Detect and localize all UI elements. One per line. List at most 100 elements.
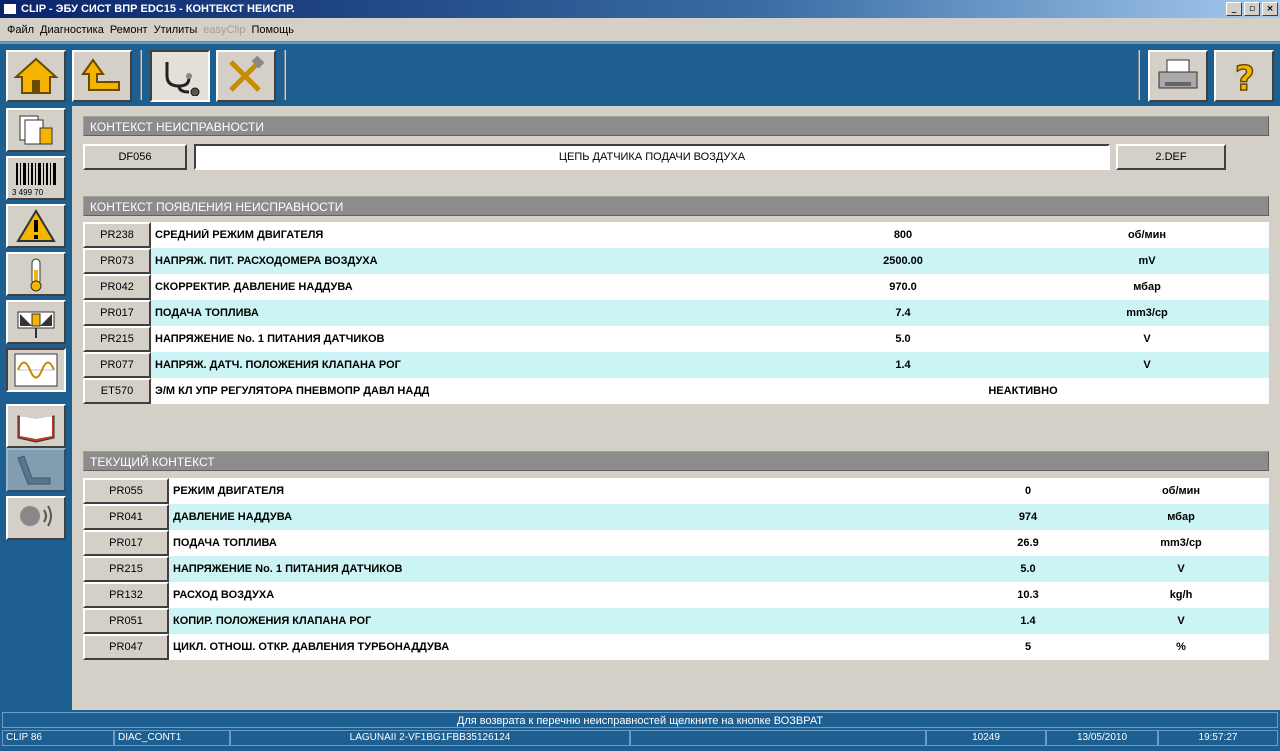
table-row: PR017 ПОДАЧА ТОПЛИВА 26.9 mm3/cp — [83, 530, 1269, 556]
table-row: PR132 РАСХОД ВОЗДУХА 10.3 kg/h — [83, 582, 1269, 608]
status-screen-id: DIAC_CONT1 — [114, 730, 230, 746]
param-label: КОПИР. ПОЛОЖЕНИЯ КЛАПАНА РОГ — [173, 615, 372, 627]
param-label: НАПРЯЖЕНИЕ No. 1 ПИТАНИЯ ДАТЧИКОВ — [173, 563, 403, 575]
status-bar: Для возврата к перечню неисправностей ще… — [0, 710, 1280, 751]
menu-file[interactable]: Файл — [4, 24, 37, 36]
param-label: НАПРЯЖЕНИЕ No. 1 ПИТАНИЯ ДАТЧИКОВ — [155, 333, 385, 345]
param-code-button[interactable]: PR215 — [83, 556, 169, 582]
state-label: Э/М КЛ УПР РЕГУЛЯТОРА ПНЕВМОПР ДАВЛ НАДД — [155, 385, 430, 397]
param-value: 800 — [893, 229, 913, 241]
identification-button[interactable]: 3 499 70 — [6, 156, 66, 200]
diagnostic-button[interactable] — [150, 50, 210, 102]
param-unit: mV — [1138, 255, 1156, 267]
param-value: 970.0 — [889, 281, 917, 293]
param-code-button[interactable]: PR073 — [83, 248, 151, 274]
status-time: 19:57:27 — [1158, 730, 1278, 746]
home-button[interactable] — [6, 50, 66, 102]
param-code-button[interactable]: PR042 — [83, 274, 151, 300]
menu-utilities[interactable]: Утилиты — [151, 24, 201, 36]
param-code-button[interactable]: PR017 — [83, 530, 169, 556]
toolbar: ? — [0, 42, 1280, 106]
graphics-button[interactable] — [6, 348, 66, 392]
main-area: КОНТЕКСТ НЕИСПРАВНОСТИ DF056 ЦЕПЬ ДАТЧИК… — [72, 106, 1280, 710]
param-unit: mm3/cp — [1126, 307, 1168, 319]
table-row: PR047 ЦИКЛ. ОТНОШ. ОТКР. ДАВЛЕНИЯ ТУРБОН… — [83, 634, 1269, 660]
voice-icon — [20, 505, 52, 527]
table-row: PR215 НАПРЯЖЕНИЕ No. 1 ПИТАНИЯ ДАТЧИКОВ … — [83, 326, 1269, 352]
svg-text:?: ? — [1235, 59, 1255, 96]
help-button[interactable]: ? — [1214, 50, 1274, 102]
up-arrow-icon — [81, 58, 120, 91]
voice-button[interactable] — [6, 496, 66, 540]
oscilloscope-icon — [14, 353, 58, 387]
status-message: Для возврата к перечню неисправностей ще… — [2, 712, 1278, 728]
minimize-button[interactable]: _ — [1226, 2, 1242, 16]
close-button[interactable]: × — [1262, 2, 1278, 16]
param-unit: мбар — [1133, 281, 1161, 293]
manual-book-icon — [17, 415, 55, 443]
side-panel: 3 499 70 — [0, 106, 72, 710]
table-row: PR238 СРЕДНИЙ РЕЖИМ ДВИГАТЕЛЯ 800 об/мин — [83, 222, 1269, 248]
documentation-button[interactable] — [6, 404, 66, 448]
param-code-button[interactable]: PR055 — [83, 478, 169, 504]
table-row: PR077 НАПРЯЖ. ДАТЧ. ПОЛОЖЕНИЯ КЛАПАНА РО… — [83, 352, 1269, 378]
param-code-button[interactable]: PR017 — [83, 300, 151, 326]
state-value: НЕАКТИВНО — [988, 385, 1058, 397]
home-icon — [13, 57, 59, 94]
param-value: 5 — [1024, 641, 1032, 653]
repair-button[interactable] — [216, 50, 276, 102]
fault-list-button[interactable] — [6, 108, 66, 152]
table-row: PR215 НАПРЯЖЕНИЕ No. 1 ПИТАНИЯ ДАТЧИКОВ … — [83, 556, 1269, 582]
param-code-button[interactable]: PR047 — [83, 634, 169, 660]
param-unit: % — [1176, 641, 1186, 653]
table-row: PR051 КОПИР. ПОЛОЖЕНИЯ КЛАПАНА РОГ 1.4 V — [83, 608, 1269, 634]
fault-context-header: КОНТЕКСТ НЕИСПРАВНОСТИ — [83, 116, 1269, 136]
faults-button[interactable] — [6, 204, 66, 248]
print-button[interactable] — [1148, 50, 1208, 102]
param-value: 1.4 — [895, 359, 911, 371]
appearance-context-table: PR238 СРЕДНИЙ РЕЖИМ ДВИГАТЕЛЯ 800 об/мин… — [83, 222, 1269, 404]
status-code: 10249 — [926, 730, 1046, 746]
menu-diagnostics[interactable]: Диагностика — [37, 24, 107, 36]
window-title: CLIP - ЭБУ СИСТ ВПР EDC15 - КОНТЕКСТ НЕИ… — [21, 3, 295, 15]
param-code-button[interactable]: PR051 — [83, 608, 169, 634]
title-bar: CLIP - ЭБУ СИСТ ВПР EDC15 - КОНТЕКСТ НЕИ… — [0, 0, 1280, 18]
param-label: ПОДАЧА ТОПЛИВА — [173, 537, 277, 549]
param-code-button[interactable]: PR132 — [83, 582, 169, 608]
param-code-button[interactable]: PR215 — [83, 326, 151, 352]
table-row: ET570 Э/М КЛ УПР РЕГУЛЯТОРА ПНЕВМОПР ДАВ… — [83, 378, 1269, 404]
parameters-button[interactable] — [6, 252, 66, 296]
table-row: PR041 ДАВЛЕНИЕ НАДДУВА 974 мбар — [83, 504, 1269, 530]
param-unit: kg/h — [1169, 589, 1193, 601]
fault-code-button[interactable]: DF056 — [83, 144, 187, 170]
maximize-button[interactable]: ▫ — [1244, 2, 1260, 16]
menu-bar: Файл Диагностика Ремонт Утилиты easyClip… — [0, 18, 1280, 42]
appearance-context-header: КОНТЕКСТ ПОЯВЛЕНИЯ НЕИСПРАВНОСТИ — [83, 196, 1269, 216]
param-value: 0 — [1024, 485, 1032, 497]
actuator-icon — [17, 311, 55, 338]
printer-icon — [1158, 59, 1198, 89]
param-unit: V — [1177, 615, 1185, 627]
state-code-button[interactable]: ET570 — [83, 378, 151, 404]
param-label: НАПРЯЖ. ПИТ. РАСХОДОМЕРА ВОЗДУХА — [155, 255, 378, 267]
param-unit: mm3/cp — [1160, 537, 1202, 549]
comfort-button — [6, 448, 66, 492]
param-value: 7.4 — [895, 307, 911, 319]
table-row: PR042 СКОРРЕКТИР. ДАВЛЕНИЕ НАДДУВА 970.0… — [83, 274, 1269, 300]
fault-status-button[interactable]: 2.DEF — [1116, 144, 1226, 170]
param-value: 974 — [1018, 511, 1038, 523]
menu-help[interactable]: Помощь — [248, 24, 297, 36]
param-label: СКОРРЕКТИР. ДАВЛЕНИЕ НАДДУВА — [155, 281, 353, 293]
param-code-button[interactable]: PR077 — [83, 352, 151, 378]
param-unit: об/мин — [1127, 229, 1167, 241]
up-level-button[interactable] — [72, 50, 132, 102]
param-code-button[interactable]: PR238 — [83, 222, 151, 248]
stethoscope-icon — [165, 62, 200, 96]
menu-repair[interactable]: Ремонт — [107, 24, 151, 36]
states-button[interactable] — [6, 300, 66, 344]
param-value: 2500.00 — [883, 255, 923, 267]
status-clip-version: CLIP 86 — [2, 730, 114, 746]
param-code-button[interactable]: PR041 — [83, 504, 169, 530]
fault-description: ЦЕПЬ ДАТЧИКА ПОДАЧИ ВОЗДУХА — [194, 144, 1110, 170]
param-label: РЕЖИМ ДВИГАТЕЛЯ — [173, 485, 285, 497]
